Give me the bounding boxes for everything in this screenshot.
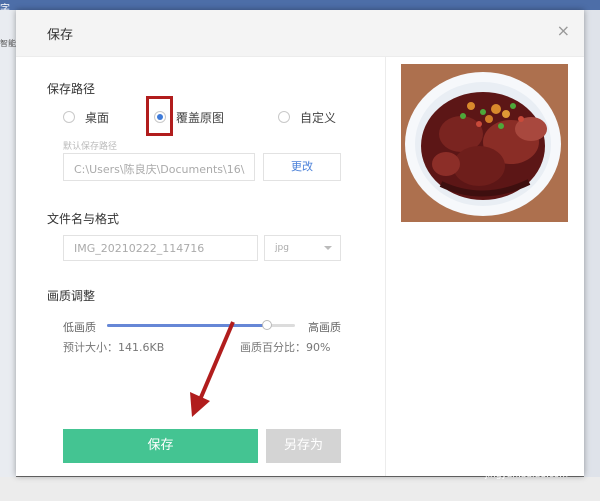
filename-input[interactable]: IMG_20210222_114716 bbox=[63, 235, 258, 261]
dialog-header: 保存 × bbox=[16, 10, 584, 57]
dialog-title: 保存 bbox=[47, 28, 74, 43]
save-as-button[interactable]: 另存为 bbox=[266, 429, 341, 463]
radio-custom[interactable]: 自定义 bbox=[278, 109, 336, 125]
save-path-field[interactable]: C:\Users\陈良庆\Documents\16\ bbox=[63, 153, 255, 181]
image-preview bbox=[401, 64, 568, 222]
background-left-panel: 智能 bbox=[0, 10, 16, 480]
save-path-title: 保存路径 bbox=[47, 82, 96, 96]
quality-slider-handle[interactable] bbox=[261, 320, 272, 330]
save-button[interactable]: 保存 bbox=[63, 429, 258, 463]
radio-custom-label: 自定义 bbox=[300, 110, 337, 125]
radio-desktop-label: 桌面 bbox=[85, 110, 110, 125]
background-status-bar bbox=[0, 477, 600, 501]
filename-title: 文件名与格式 bbox=[47, 212, 120, 226]
radio-icon[interactable] bbox=[278, 111, 290, 123]
close-icon[interactable]: × bbox=[557, 21, 570, 40]
low-quality-label: 低画质 bbox=[63, 321, 96, 334]
format-select[interactable]: jpg bbox=[264, 235, 341, 261]
background-left-label: 智能 bbox=[0, 39, 16, 48]
format-value: jpg bbox=[275, 243, 289, 253]
high-quality-label: 高画质 bbox=[308, 321, 341, 334]
radio-icon[interactable] bbox=[63, 111, 75, 123]
radio-desktop[interactable]: 桌面 bbox=[63, 109, 109, 125]
watermark-url: jingyan.baidu.com bbox=[485, 470, 569, 480]
estimated-size: 预计大小：141.6KB bbox=[63, 341, 165, 354]
chevron-down-icon bbox=[324, 246, 332, 250]
change-path-button[interactable]: 更改 bbox=[263, 153, 341, 181]
default-path-hint: 默认保存路径 bbox=[63, 142, 118, 152]
quality-percentage: 画质百分比：90% bbox=[240, 341, 331, 354]
quality-slider-fill bbox=[107, 324, 267, 327]
quality-slider[interactable] bbox=[107, 320, 295, 330]
panel-divider bbox=[385, 56, 386, 476]
food-photo bbox=[401, 64, 568, 222]
save-dialog: 保存 × 保存路径 桌面 覆盖原图 自定义 默认保存路径 C:\Users\陈良… bbox=[16, 10, 584, 476]
radio-overwrite-label: 覆盖原图 bbox=[176, 110, 225, 125]
background-titlebar: 字 bbox=[0, 0, 600, 15]
background-right-panel bbox=[584, 10, 600, 480]
watermark-logo: Bai经验 bbox=[460, 444, 534, 465]
quality-title: 画质调整 bbox=[47, 289, 96, 303]
highlight-annotation bbox=[146, 96, 173, 136]
